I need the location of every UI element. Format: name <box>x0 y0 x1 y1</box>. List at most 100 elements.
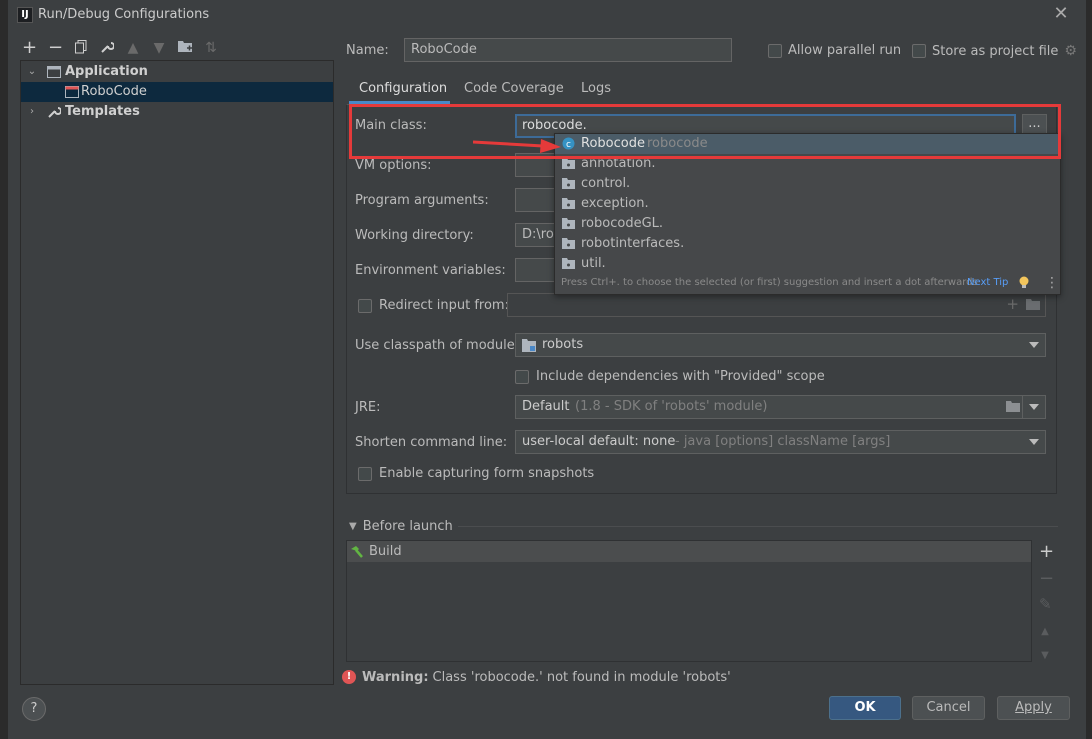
help-button[interactable]: ? <box>22 697 46 721</box>
background-ide-left <box>0 0 8 739</box>
tree-label-templates: Templates <box>65 104 140 119</box>
cancel-button[interactable]: Cancel <box>912 696 985 720</box>
classpath-combo[interactable]: robots <box>515 333 1046 357</box>
ok-button[interactable]: OK <box>829 696 901 720</box>
remove-icon[interactable]: − <box>1039 570 1054 588</box>
title-bar: IJ Run/Debug Configurations ✕ <box>8 0 1086 30</box>
suggestion-control[interactable]: control. <box>555 174 1060 194</box>
name-field[interactable]: RoboCode <box>404 38 732 62</box>
warning-text: Class 'robocode.' not found in module 'r… <box>432 669 731 685</box>
application-icon <box>47 66 61 78</box>
hammer-icon <box>351 545 363 558</box>
wrench-icon[interactable] <box>100 40 115 56</box>
window-title: Run/Debug Configurations <box>38 7 210 22</box>
jre-hint: (1.8 - SDK of 'robots' module) <box>575 399 768 414</box>
allow-parallel-checkbox[interactable] <box>768 43 782 58</box>
store-project-label: Store as project file <box>932 43 1059 59</box>
edit-icon[interactable]: ✎ <box>1039 597 1052 612</box>
classpath-label: Use classpath of module: <box>355 338 520 353</box>
suggestion-util[interactable]: util. <box>555 254 1060 274</box>
error-icon: ! <box>342 670 356 684</box>
suggestion-text: exception. <box>581 196 649 211</box>
apply-button[interactable]: Apply <box>997 696 1070 720</box>
include-deps-checkbox[interactable] <box>515 369 529 384</box>
jre-label: JRE: <box>355 400 381 415</box>
chevron-right-icon[interactable]: › <box>27 102 37 122</box>
before-launch-header[interactable]: ▼ Before launch <box>349 517 453 535</box>
tab-logs[interactable]: Logs <box>581 78 611 104</box>
chevron-down-icon[interactable]: ▼ <box>349 521 357 532</box>
capture-label: Enable capturing form snapshots <box>379 466 595 481</box>
suggestion-robocodegl[interactable]: robocodeGL. <box>555 214 1060 234</box>
sort-icon[interactable]: ⇅ <box>204 40 218 56</box>
jre-combo[interactable]: Default (1.8 - SDK of 'robots' module) <box>515 395 1026 419</box>
move-up-icon[interactable]: ▲ <box>1039 626 1051 638</box>
capture-checkbox[interactable] <box>358 466 372 481</box>
shorten-hint: - java [options] className [args] <box>675 434 891 449</box>
env-vars-label: Environment variables: <box>355 263 506 278</box>
run-config-icon <box>65 86 79 98</box>
name-label: Name: <box>346 43 389 58</box>
popup-hint-text: Press Ctrl+. to choose the selected (or … <box>561 277 978 288</box>
package-icon <box>562 218 575 229</box>
list-item[interactable]: Build <box>347 541 1031 562</box>
folder-icon[interactable] <box>178 40 192 56</box>
program-args-label: Program arguments: <box>355 193 489 208</box>
intellij-app-icon: IJ <box>17 7 33 23</box>
move-down-icon[interactable]: ▼ <box>1039 650 1051 662</box>
capture-row[interactable]: Enable capturing form snapshots <box>358 466 594 481</box>
redirect-field[interactable]: + <box>507 293 1046 317</box>
build-label: Build <box>369 544 402 559</box>
move-down-icon[interactable]: ▼ <box>152 40 166 56</box>
wrench-icon <box>48 107 61 118</box>
plus-icon[interactable]: + <box>1006 295 1019 313</box>
add-icon[interactable]: + <box>22 39 37 57</box>
suggestion-robotinterfaces[interactable]: robotinterfaces. <box>555 234 1060 254</box>
store-project-checkbox[interactable] <box>912 44 926 58</box>
shorten-label: Shorten command line: <box>355 435 508 450</box>
redirect-row[interactable]: Redirect input from: <box>358 298 509 313</box>
folder-icon[interactable] <box>1006 401 1020 416</box>
shorten-value: user-local default: none <box>522 434 676 449</box>
add-icon[interactable]: + <box>1039 543 1054 561</box>
store-project-row[interactable]: Store as project file ⚙ <box>912 43 1077 59</box>
tree-label-robocode: RoboCode <box>81 84 147 99</box>
config-toolbar: + − ▲ ▼ ⇅ <box>22 38 218 58</box>
before-launch-toolbar: + − ✎ ▲ ▼ <box>1033 540 1057 662</box>
before-launch-list: Build <box>346 540 1032 662</box>
suggestion-exception[interactable]: exception. <box>555 194 1060 214</box>
classpath-value: robots <box>542 337 584 352</box>
include-deps-row[interactable]: Include dependencies with "Provided" sco… <box>515 369 825 384</box>
suggestion-text: robocodeGL. <box>581 216 664 231</box>
tab-code-coverage[interactable]: Code Coverage <box>464 78 564 104</box>
folder-icon[interactable] <box>1026 299 1040 314</box>
copy-icon[interactable] <box>74 40 88 56</box>
tree-node-application[interactable]: ⌄ Application <box>21 62 333 82</box>
jre-value: Default <box>522 399 570 414</box>
jre-dropdown-button[interactable] <box>1022 395 1046 419</box>
chevron-down-icon <box>1029 342 1039 348</box>
suggestion-text: robotinterfaces. <box>581 236 685 251</box>
remove-icon[interactable]: − <box>48 39 63 57</box>
allow-parallel-row[interactable]: Allow parallel run <box>768 43 901 58</box>
move-up-icon[interactable]: ▲ <box>126 40 140 56</box>
tree-label-application: Application <box>65 64 148 79</box>
suggestion-text: util. <box>581 256 606 271</box>
more-options-icon[interactable]: ⋮ <box>1045 275 1059 291</box>
tree-node-templates[interactable]: › Templates <box>21 102 333 122</box>
background-ide-right <box>1086 0 1092 739</box>
run-debug-dialog: IJ Run/Debug Configurations ✕ + − ▲ ▼ ⇅ … <box>8 0 1086 739</box>
annotation-highlight-box <box>349 104 1061 159</box>
close-icon[interactable]: ✕ <box>1051 4 1071 24</box>
gear-icon[interactable]: ⚙ <box>1064 43 1077 59</box>
shorten-combo[interactable]: user-local default: none - java [options… <box>515 430 1046 454</box>
redirect-checkbox[interactable] <box>358 298 372 313</box>
tree-node-robocode[interactable]: RoboCode <box>21 82 333 102</box>
next-tip-link[interactable]: Next Tip <box>967 277 1008 288</box>
divider <box>458 526 1058 527</box>
redirect-label: Redirect input from: <box>379 298 509 313</box>
warning-message: ! Warning: Class 'robocode.' not found i… <box>342 668 731 686</box>
chevron-down-icon[interactable]: ⌄ <box>27 62 37 82</box>
package-icon <box>562 158 575 169</box>
vm-options-label: VM options: <box>355 158 432 173</box>
